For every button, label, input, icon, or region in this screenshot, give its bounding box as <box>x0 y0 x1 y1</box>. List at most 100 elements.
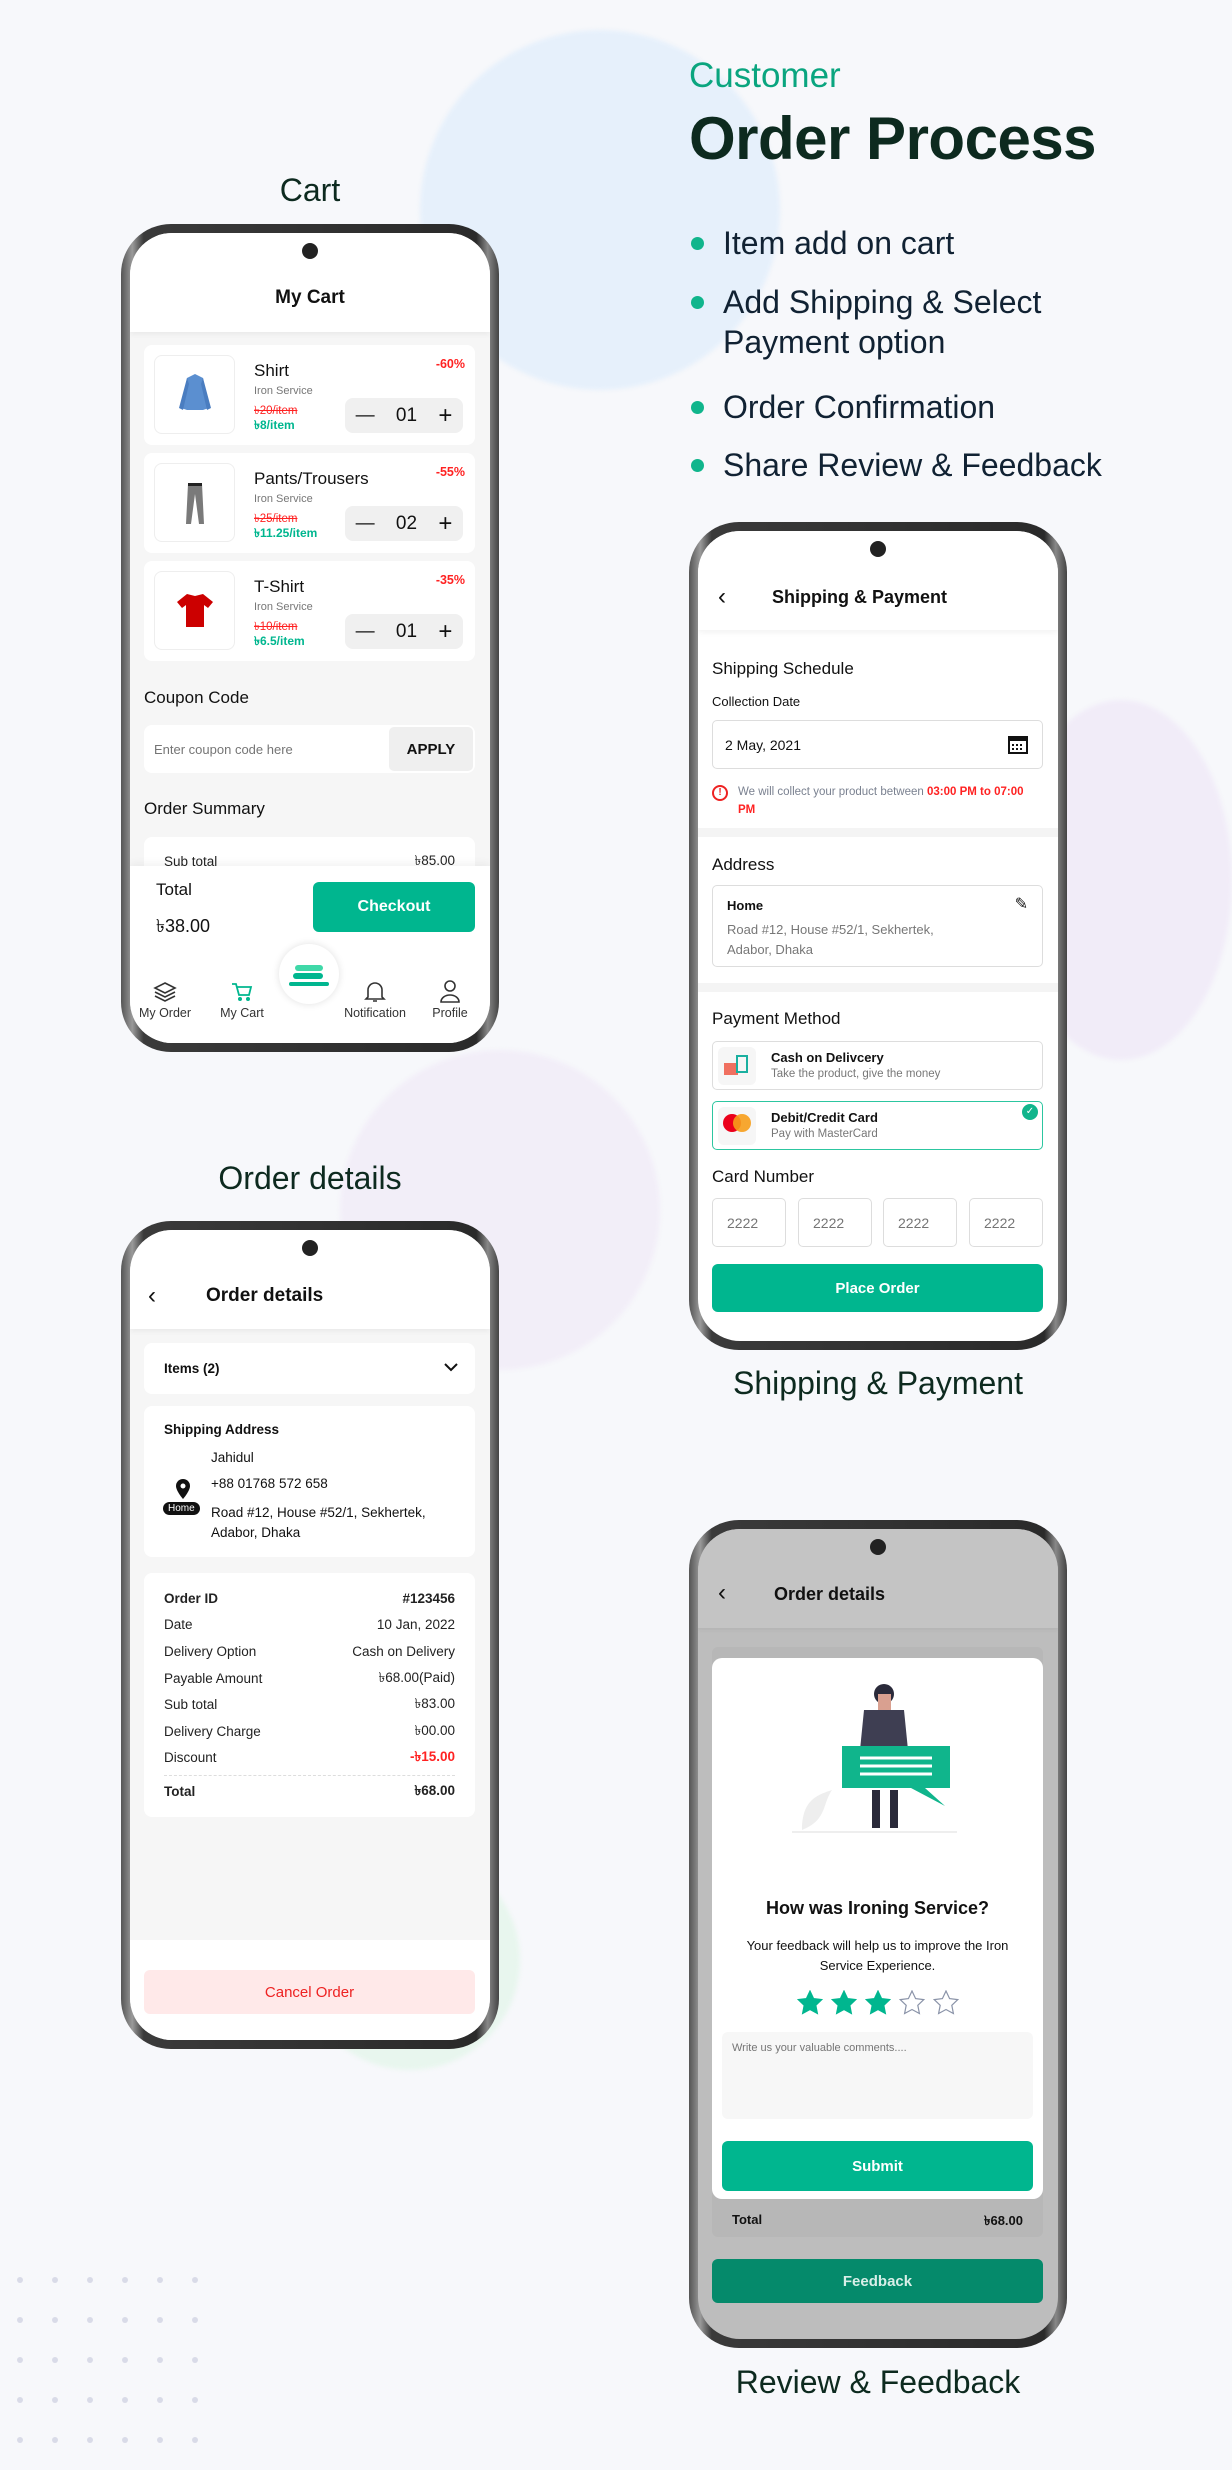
camera <box>302 243 318 259</box>
quantity-value: 01 <box>395 404 418 426</box>
row-label: Payable Amount <box>164 1670 263 1686</box>
cancel-order-button[interactable]: Cancel Order <box>144 1970 475 2014</box>
cod-label: Cash on Delivcery <box>771 1050 884 1065</box>
card-number-input-3[interactable] <box>883 1198 957 1247</box>
item-image <box>154 571 235 650</box>
nav-my-cart[interactable]: My Cart <box>207 1006 277 1020</box>
camera <box>870 541 886 557</box>
star-filled-icon[interactable] <box>864 1990 891 2015</box>
payment-option-card[interactable]: Debit/Credit Card Pay with MasterCard ✓ <box>712 1101 1043 1150</box>
order-title: Order details <box>206 1285 324 1306</box>
checkout-button[interactable]: Checkout <box>313 882 475 932</box>
calendar-icon[interactable] <box>1008 734 1028 754</box>
row-label: Delivery Option <box>164 1643 257 1659</box>
plus-button[interactable]: + <box>438 618 452 646</box>
card-number-input-4[interactable] <box>969 1198 1043 1247</box>
phone-cart: My Cart Shirt Iron Service ৳20/item ৳8/i… <box>121 224 499 1052</box>
back-icon[interactable]: ‹ <box>148 1282 156 1310</box>
total-value: ৳38.00 <box>156 916 211 936</box>
plus-button[interactable]: + <box>438 510 452 538</box>
cart-screen: My Cart Shirt Iron Service ৳20/item ৳8/i… <box>130 233 490 1043</box>
cart-title: My Cart <box>275 287 345 308</box>
phone-order-details: ‹ Order details Items (2) Shipping Addre… <box>121 1221 499 2049</box>
minus-button[interactable]: — <box>356 513 375 535</box>
row-label: Sub total <box>164 1697 218 1713</box>
star-rating[interactable] <box>712 1990 1043 2015</box>
star-filled-icon[interactable] <box>830 1990 857 2015</box>
phone-shipping: ‹ Shipping & Payment Shipping Schedule C… <box>689 522 1067 1350</box>
order-info-row: Order ID #123456 <box>164 1585 455 1612</box>
address-title: Address <box>712 855 775 874</box>
coupon-input[interactable] <box>154 733 374 765</box>
item-price: ৳11.25/item <box>254 526 318 540</box>
plus-button[interactable]: + <box>438 402 452 430</box>
back-icon[interactable]: ‹ <box>718 583 726 611</box>
apply-button[interactable]: APPLY <box>389 727 473 771</box>
cart-icon <box>232 983 253 1001</box>
page-title: Order Process <box>689 105 1097 172</box>
item-discount: -35% <box>435 573 465 587</box>
order-info-row: Payable Amount ৳68.00(Paid) <box>164 1665 455 1692</box>
note-text: We will collect your product between <box>738 786 927 798</box>
location-pin-icon <box>176 1479 190 1499</box>
item-image <box>154 355 235 434</box>
label-cart: Cart <box>279 172 341 208</box>
edit-icon[interactable]: ✎ <box>1015 894 1028 914</box>
star-filled-icon[interactable] <box>796 1990 823 2015</box>
customer-name: Jahidul <box>211 1450 254 1465</box>
submit-button[interactable]: Submit <box>722 2141 1033 2191</box>
address-card[interactable]: Home Road #12, House #52/1, Sekhertek, A… <box>712 885 1043 967</box>
chevron-down-icon <box>444 1363 458 1372</box>
check-icon: ✓ <box>1022 1104 1038 1120</box>
row-value: ৳68.00(Paid) <box>378 1669 455 1685</box>
bullet-item: Item add on cart <box>689 223 954 263</box>
collection-date-input[interactable]: 2 May, 2021 <box>712 720 1043 769</box>
feedback-button[interactable]: Feedback <box>712 2259 1043 2303</box>
row-value: #123456 <box>402 1590 455 1606</box>
items-label: Items (2) <box>164 1361 220 1376</box>
place-order-button[interactable]: Place Order <box>712 1264 1043 1312</box>
row-value: ৳83.00 <box>414 1696 455 1712</box>
date-value: 2 May, 2021 <box>725 737 802 753</box>
order-info-row: Delivery Charge ৳00.00 <box>164 1718 455 1745</box>
review-total-value: ৳68.00 <box>983 2213 1023 2228</box>
divider <box>698 983 1058 992</box>
shipping-address-title: Shipping Address <box>164 1422 280 1437</box>
order-info-card: Order ID #123456 Date 10 Jan, 2022 Delivery … <box>144 1573 475 1817</box>
card-label: Debit/Credit Card <box>771 1110 878 1125</box>
items-dropdown[interactable]: Items (2) <box>144 1343 475 1394</box>
collection-label: Collection Date <box>712 694 801 709</box>
address-text: Road #12, House #52/1, Sekhertek, Adabor… <box>727 922 934 957</box>
coupon-title: Coupon Code <box>144 688 249 707</box>
item-name: Pants/Trousers <box>254 469 369 488</box>
home-fab[interactable] <box>279 944 339 1004</box>
nav-notification[interactable]: Notification <box>340 1006 410 1020</box>
order-info-row: Delivery Option Cash on Delivery <box>164 1638 455 1665</box>
order-info-row: Date 10 Jan, 2022 <box>164 1612 455 1639</box>
card-number-input-2[interactable] <box>798 1198 872 1247</box>
item-service: Iron Service <box>254 385 313 397</box>
cash-icon <box>718 1047 756 1085</box>
row-value: -৳15.00 <box>409 1749 455 1765</box>
dot-grid <box>17 2277 198 2443</box>
star-empty-icon[interactable] <box>898 1990 925 2015</box>
nav-my-order[interactable]: My Order <box>130 1006 200 1020</box>
mastercard-icon <box>718 1107 756 1145</box>
star-empty-icon[interactable] <box>932 1990 959 2015</box>
back-icon[interactable]: ‹ <box>718 1579 726 1607</box>
camera <box>870 1539 886 1555</box>
card-number-input-1[interactable] <box>712 1198 786 1247</box>
comment-textarea[interactable] <box>722 2032 1033 2119</box>
customer-address: Road #12, House #52/1, Sekhertek, Adabor… <box>211 1505 426 1540</box>
camera <box>302 1240 318 1256</box>
review-header-title: Order details <box>774 1584 886 1604</box>
payment-option-cod[interactable]: Cash on Delivcery Take the product, give… <box>712 1041 1043 1090</box>
minus-button[interactable]: — <box>356 405 375 427</box>
coupon-field: APPLY <box>144 725 475 773</box>
nav-profile[interactable]: Profile <box>415 1006 485 1020</box>
cart-item: Shirt Iron Service ৳20/item ৳8/item -60%… <box>144 345 475 445</box>
bullet-item: Add Shipping & Select Payment option <box>689 282 1109 362</box>
item-name: T-Shirt <box>254 577 305 596</box>
minus-button[interactable]: — <box>356 621 375 643</box>
item-discount: -55% <box>435 465 465 479</box>
